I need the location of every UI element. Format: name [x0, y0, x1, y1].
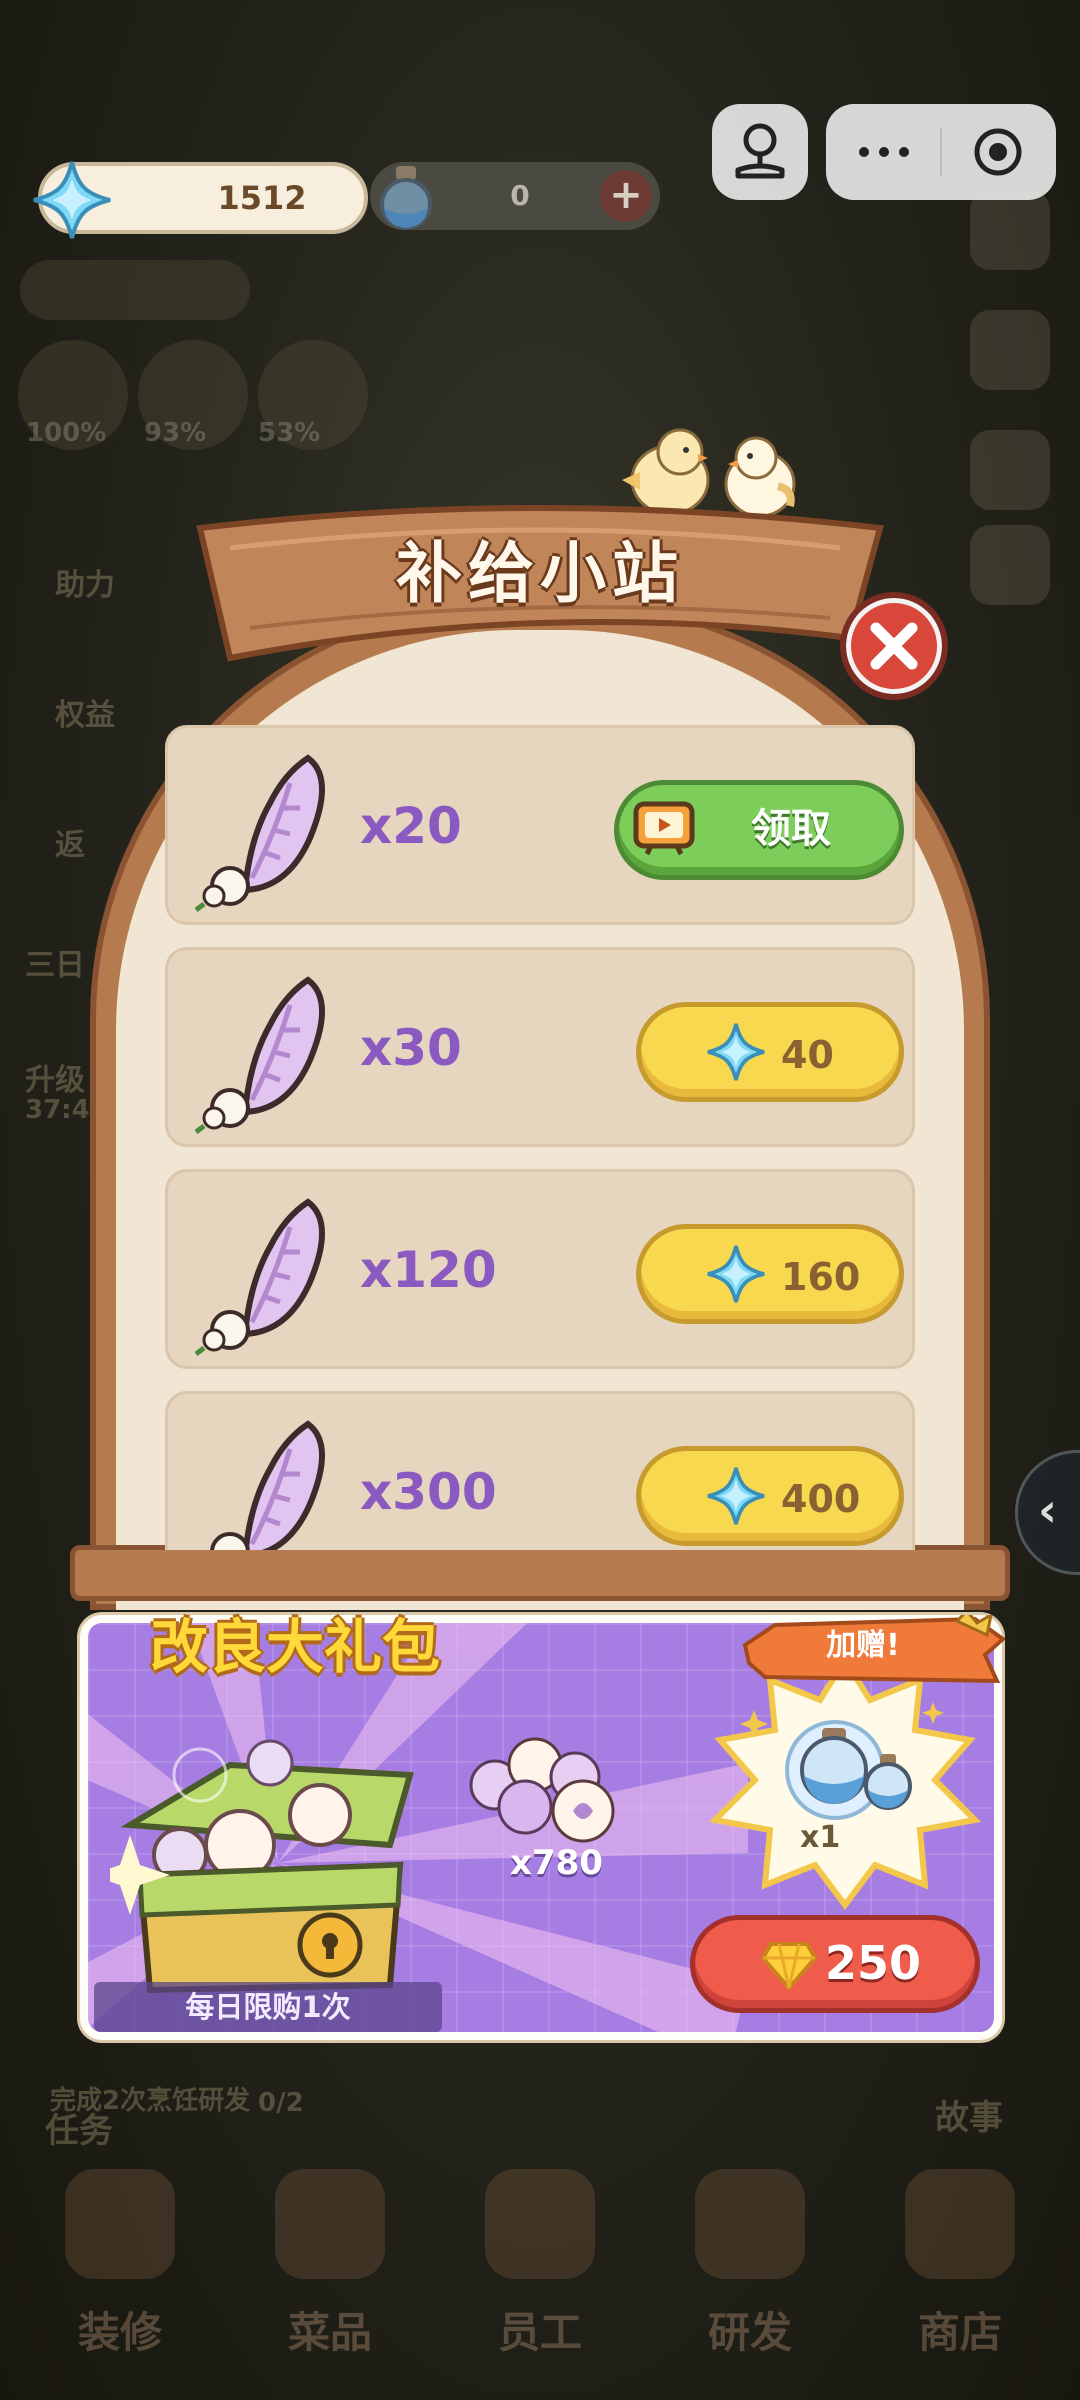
- bg-list-icon: [970, 310, 1050, 390]
- offer-row: x20 领取: [165, 725, 915, 925]
- offer-qty: x30: [360, 1019, 462, 1077]
- bg-nav-label: 商店: [917, 2308, 1002, 2357]
- bg-nav-label: 菜品: [287, 2308, 372, 2357]
- more-icon[interactable]: [854, 134, 914, 170]
- potion-icon: [380, 166, 432, 230]
- bg-nav-shop: 商店: [880, 2169, 1040, 2360]
- offer-qty: x120: [360, 1241, 497, 1299]
- bg-label-6: 37:4: [25, 1095, 90, 1125]
- bonus-qty: x1: [800, 1820, 841, 1855]
- claim-video-button[interactable]: 领取: [614, 780, 904, 880]
- bg-label-1: 助力: [55, 568, 115, 603]
- bg-nav-staff: 员工: [460, 2169, 620, 2360]
- chevron-left-icon: ‹: [1038, 1483, 1057, 1537]
- feather-item-icon: [194, 754, 325, 912]
- bundle-item-qty: x780: [510, 1843, 603, 1883]
- bg-task-label: 任务: [45, 2111, 113, 2151]
- offer-row: x30 40: [165, 947, 915, 1147]
- offer-row: x300 400: [165, 1391, 915, 1550]
- add-potion-button[interactable]: +: [600, 170, 652, 222]
- offer-qty: x300: [360, 1463, 497, 1521]
- bg-settings-icon: [970, 190, 1050, 270]
- close-miniprogram-icon[interactable]: [972, 126, 1024, 178]
- bg-nav-label: 员工: [497, 2308, 582, 2357]
- decorate-icon: [65, 2169, 175, 2279]
- buy-offer-button[interactable]: 40: [636, 1002, 904, 1102]
- bg-nav-label: 装修: [77, 2308, 162, 2357]
- offer-row: x120 160: [165, 1169, 915, 1369]
- bg-chat-icon: [970, 525, 1050, 605]
- close-button[interactable]: [840, 592, 948, 700]
- bg-nav-research: 研发: [670, 2169, 830, 2360]
- gem-count: 1512: [217, 179, 307, 217]
- bg-stat-1: 100%: [26, 418, 107, 448]
- staff-icon: [485, 2169, 595, 2279]
- research-icon: [695, 2169, 805, 2279]
- gem-icon: [707, 1245, 765, 1303]
- panel-shelf: [70, 1545, 1010, 1601]
- potion-count: 0: [510, 179, 530, 212]
- bg-rating-bar: [20, 260, 250, 320]
- treasure-chest-icon: [110, 1739, 414, 1994]
- share-icon: [735, 123, 785, 179]
- shop-icon: [905, 2169, 1015, 2279]
- gem-icon: [707, 1023, 765, 1081]
- bg-label-4: 三日: [25, 948, 85, 983]
- bg-task-progress: 0/2: [258, 2088, 304, 2118]
- mini-program-share-button[interactable]: [712, 104, 808, 200]
- claim-label: 领取: [751, 806, 831, 852]
- bg-label-3: 返: [55, 828, 85, 863]
- bonus-label: 加赠!: [826, 1628, 900, 1663]
- bg-nav-decorate: 装修: [40, 2169, 200, 2360]
- bundle-title: 改良大礼包: [150, 1613, 441, 1681]
- gem-icon: [33, 161, 111, 239]
- offer-qty: x20: [360, 797, 462, 855]
- daily-limit-label: 每日限购1次: [94, 1982, 442, 2032]
- offer-price: 160: [781, 1255, 861, 1299]
- bg-calendar-icon: [970, 430, 1050, 510]
- offer-list: x20 领取 x30 40 x120 160 x300 400: [165, 725, 915, 1550]
- buy-offer-button[interactable]: 160: [636, 1224, 904, 1324]
- bg-nav-dishes: 菜品: [250, 2169, 410, 2360]
- bg-stat-3: 53%: [258, 418, 321, 448]
- buy-offer-button[interactable]: 400: [636, 1446, 904, 1546]
- bg-nav-label: 研发: [707, 2308, 792, 2357]
- mini-program-capsule: [826, 104, 1056, 200]
- offer-price: 400: [781, 1477, 861, 1521]
- close-icon: [870, 622, 918, 670]
- bg-label-5: 升级: [25, 1063, 85, 1098]
- seed-sacks-icon: [469, 1737, 615, 1843]
- capsule-divider: [940, 128, 942, 176]
- feather-item-icon: [194, 1198, 325, 1356]
- buy-bundle-button[interactable]: 250: [690, 1915, 980, 2013]
- panel-title: 补给小站: [396, 535, 684, 612]
- video-icon: [633, 801, 695, 856]
- gem-icon: [707, 1467, 765, 1525]
- diamond-icon: [761, 1942, 817, 1990]
- offer-price: 40: [781, 1033, 834, 1077]
- bg-stat-2: 93%: [144, 418, 207, 448]
- bundle-price: 250: [825, 1936, 922, 1990]
- bg-story-label: 故事: [935, 2098, 1003, 2138]
- feather-item-icon: [194, 976, 325, 1134]
- feather-item-icon: [210, 1420, 325, 1550]
- dishes-icon: [275, 2169, 385, 2279]
